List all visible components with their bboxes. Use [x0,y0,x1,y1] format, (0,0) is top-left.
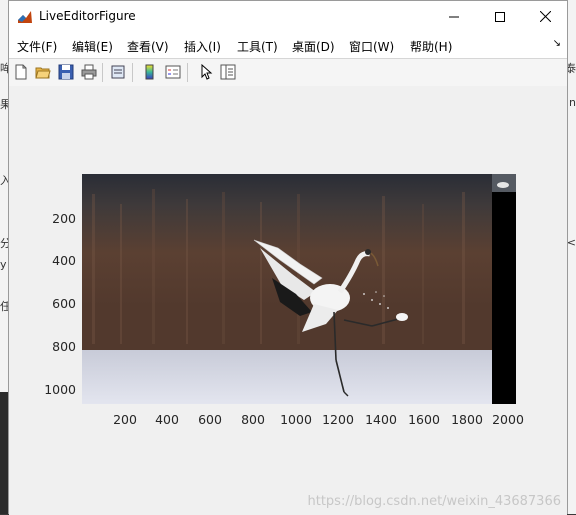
snow-ground [82,350,492,404]
print-icon [81,64,97,80]
new-figure-button[interactable] [12,63,30,81]
y-tick-label: 400 [52,253,76,268]
x-tick-label: 200 [113,412,137,427]
toolbar-separator [102,63,103,82]
property-editor-button[interactable] [219,63,237,81]
pointer-icon [201,64,213,80]
x-tick-label: 600 [198,412,222,427]
watermark-text: https://blog.csdn.net/weixin_43687366 [307,494,561,509]
y-tick-label: 600 [52,296,76,311]
matlab-icon [17,9,33,25]
x-tick-label: 1600 [408,412,440,427]
figure-window: LiveEditorFigure 文件(F) 编辑(E) 查看(V) 插入(I)… [8,0,568,515]
toolbar-separator [132,63,133,82]
legend-icon [165,65,181,79]
print-preview-button[interactable] [109,63,127,81]
x-tick-label: 2000 [492,412,524,427]
insert-colorbar-button[interactable] [141,63,159,81]
minimize-icon [449,16,459,17]
new-figure-icon [15,64,27,80]
property-editor-icon [220,64,236,80]
figure-toolbar [9,58,567,87]
print-button[interactable] [80,63,98,81]
x-tick-label: 1800 [451,412,483,427]
save-button[interactable] [57,63,75,81]
insert-legend-button[interactable] [164,63,182,81]
print-preview-icon [111,65,125,79]
menu-dock-arrow-icon[interactable]: ↘ [553,38,561,49]
menu-window[interactable]: 窗口(W) [349,38,394,55]
window-title: LiveEditorFigure [39,9,136,23]
menu-edit[interactable]: 编辑(E) [72,38,113,55]
image-padding-black [492,192,516,404]
y-tick-label: 800 [52,339,76,354]
x-tick-label: 400 [155,412,179,427]
bg-text-fragment: y [0,258,7,271]
menu-file[interactable]: 文件(F) [17,38,57,55]
thumbnail-crane [497,182,509,188]
x-tick-label: 800 [241,412,265,427]
x-tick-label: 1400 [365,412,397,427]
menu-insert[interactable]: 插入(I) [184,38,221,55]
x-tick-label: 1000 [280,412,312,427]
bg-text-fragment: < [566,236,576,249]
colorbar-icon [145,64,154,80]
close-icon [539,11,551,22]
menu-bar: 文件(F) 编辑(E) 查看(V) 插入(I) 工具(T) 桌面(D) 窗口(W… [9,32,567,58]
figure-canvas: 200 400 600 800 1000 200 400 600 800 100… [9,86,567,515]
y-tick-label: 200 [52,211,76,226]
open-file-button[interactable] [34,63,52,81]
x-tick-label: 1200 [322,412,354,427]
maximize-button[interactable] [477,1,523,32]
y-tick-label: 1000 [44,382,76,397]
minimize-button[interactable] [431,1,477,32]
menu-view[interactable]: 查看(V) [127,38,169,55]
menu-tools[interactable]: 工具(T) [237,38,278,55]
bg-text-fragment: n [569,96,576,109]
background-right-strip: 泰 n < [565,0,576,514]
toolbar-separator [187,63,188,82]
background-left-strip: 哞 果 入 分 y 任 [0,0,11,514]
menu-help[interactable]: 帮助(H) [410,38,452,55]
image-axes[interactable] [82,174,516,404]
close-button[interactable] [522,1,568,32]
maximize-icon [495,11,505,22]
title-bar[interactable]: LiveEditorFigure [9,1,567,32]
edit-plot-button[interactable] [197,63,215,81]
menu-desktop[interactable]: 桌面(D) [292,38,335,55]
open-file-icon [35,67,51,79]
save-icon [58,64,74,80]
bg-dark-panel [0,392,8,514]
